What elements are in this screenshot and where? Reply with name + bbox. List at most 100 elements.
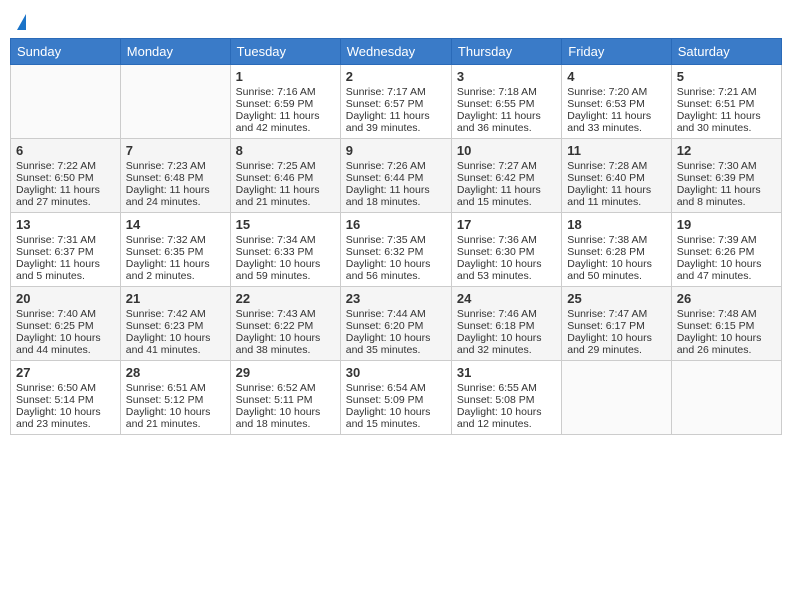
sunrise-text: Sunrise: 7:40 AM [16, 308, 115, 320]
sunset-text: Sunset: 6:23 PM [126, 320, 225, 332]
calendar-cell: 19Sunrise: 7:39 AMSunset: 6:26 PMDayligh… [671, 213, 781, 287]
daylight-text: Daylight: 10 hours and 35 minutes. [346, 332, 446, 356]
daylight-text: Daylight: 10 hours and 41 minutes. [126, 332, 225, 356]
calendar-cell: 30 Sunrise: 6:54 AMSunset: 5:09 PMDayligh… [340, 361, 451, 435]
sunrise-text: Sunrise: 7:35 AM [346, 234, 446, 246]
logo-triangle-icon [17, 14, 26, 30]
daylight-text: Daylight: 11 hours and 30 minutes. [677, 110, 776, 134]
day-number: 19 [677, 217, 776, 232]
sunrise-text: Sunrise: 6:54 AM [346, 382, 446, 394]
daylight-text: Daylight: 11 hours and 8 minutes. [677, 184, 776, 208]
calendar-cell: 16 Sunrise: 7:35 AMSunset: 6:32 PMDayligh… [340, 213, 451, 287]
sunset-text: Sunset: 5:09 PM [346, 394, 446, 406]
day-number: 4 [567, 69, 665, 84]
sunset-text: Sunset: 6:44 PM [346, 172, 446, 184]
sunrise-text: Sunrise: 7:42 AM [126, 308, 225, 320]
calendar-cell: 23Sunrise: 7:44 AMSunset: 6:20 PMDayligh… [340, 287, 451, 361]
daylight-text: Daylight: 10 hours and 18 minutes. [236, 406, 335, 430]
sunrise-text: Sunrise: 7:30 AM [677, 160, 776, 172]
daylight-text: Daylight: 10 hours and 12 minutes. [457, 406, 556, 430]
day-number: 24 [457, 291, 556, 306]
column-header-wednesday: Wednesday [340, 39, 451, 65]
sunrise-text: Sunrise: 7:32 AM [126, 234, 225, 246]
daylight-text: Daylight: 10 hours and 21 minutes. [126, 406, 225, 430]
sunrise-text: Sunrise: 6:52 AM [236, 382, 335, 394]
day-number: 25 [567, 291, 665, 306]
calendar-cell: 2Sunrise: 7:17 AMSunset: 6:57 PMDaylight… [340, 65, 451, 139]
day-number: 2 [346, 69, 446, 84]
daylight-text: Daylight: 10 hours and 59 minutes. [236, 258, 335, 282]
day-number: 12 [677, 143, 776, 158]
day-number: 17 [457, 217, 556, 232]
sunset-text: Sunset: 6:39 PM [677, 172, 776, 184]
sunset-text: Sunset: 6:48 PM [126, 172, 225, 184]
sunrise-text: Sunrise: 7:36 AM [457, 234, 556, 246]
sunset-text: Sunset: 6:26 PM [677, 246, 776, 258]
calendar-cell [11, 65, 121, 139]
sunrise-text: Sunrise: 7:21 AM [677, 86, 776, 98]
day-number: 1 [236, 69, 335, 84]
sunrise-text: Sunrise: 7:46 AM [457, 308, 556, 320]
sunset-text: Sunset: 6:37 PM [16, 246, 115, 258]
daylight-text: Daylight: 10 hours and 56 minutes. [346, 258, 446, 282]
calendar-cell: 9Sunrise: 7:26 AMSunset: 6:44 PMDaylight… [340, 139, 451, 213]
day-number: 18 [567, 217, 665, 232]
day-number: 21 [126, 291, 225, 306]
calendar-cell: 1Sunrise: 7:16 AMSunset: 6:59 PMDaylight… [230, 65, 340, 139]
calendar-cell [120, 65, 230, 139]
sunset-text: Sunset: 6:51 PM [677, 98, 776, 110]
calendar-cell: 17Sunrise: 7:36 AMSunset: 6:30 PMDayligh… [451, 213, 561, 287]
sunrise-text: Sunrise: 7:26 AM [346, 160, 446, 172]
calendar-cell: 22Sunrise: 7:43 AMSunset: 6:22 PMDayligh… [230, 287, 340, 361]
sunset-text: Sunset: 5:08 PM [457, 394, 556, 406]
sunset-text: Sunset: 6:17 PM [567, 320, 665, 332]
sunset-text: Sunset: 6:59 PM [236, 98, 335, 110]
day-number: 8 [236, 143, 335, 158]
sunrise-text: Sunrise: 7:34 AM [236, 234, 335, 246]
daylight-text: Daylight: 11 hours and 5 minutes. [16, 258, 115, 282]
daylight-text: Daylight: 11 hours and 21 minutes. [236, 184, 335, 208]
calendar-cell: 11Sunrise: 7:28 AMSunset: 6:40 PMDayligh… [562, 139, 671, 213]
day-number: 30 [346, 365, 446, 380]
sunset-text: Sunset: 6:55 PM [457, 98, 556, 110]
day-number: 7 [126, 143, 225, 158]
calendar-week-row: 6Sunrise: 7:22 AMSunset: 6:50 PMDaylight… [11, 139, 782, 213]
sunset-text: Sunset: 6:40 PM [567, 172, 665, 184]
calendar-cell: 27Sunrise: 6:50 AMSunset: 5:14 PMDayligh… [11, 361, 121, 435]
day-number: 5 [677, 69, 776, 84]
sunrise-text: Sunrise: 7:38 AM [567, 234, 665, 246]
column-header-saturday: Saturday [671, 39, 781, 65]
day-number: 13 [16, 217, 115, 232]
calendar-cell: 20Sunrise: 7:40 AMSunset: 6:25 PMDayligh… [11, 287, 121, 361]
calendar-cell: 31Sunrise: 6:55 AMSunset: 5:08 PMDayligh… [451, 361, 561, 435]
calendar-cell: 24Sunrise: 7:46 AMSunset: 6:18 PMDayligh… [451, 287, 561, 361]
sunset-text: Sunset: 6:20 PM [346, 320, 446, 332]
calendar-cell: 18Sunrise: 7:38 AMSunset: 6:28 PMDayligh… [562, 213, 671, 287]
sunset-text: Sunset: 6:42 PM [457, 172, 556, 184]
sunset-text: Sunset: 6:32 PM [346, 246, 446, 258]
daylight-text: Daylight: 10 hours and 50 minutes. [567, 258, 665, 282]
sunset-text: Sunset: 6:46 PM [236, 172, 335, 184]
day-number: 26 [677, 291, 776, 306]
sunset-text: Sunset: 6:25 PM [16, 320, 115, 332]
sunset-text: Sunset: 6:18 PM [457, 320, 556, 332]
daylight-text: Daylight: 10 hours and 15 minutes. [346, 406, 446, 430]
calendar-week-row: 1Sunrise: 7:16 AMSunset: 6:59 PMDaylight… [11, 65, 782, 139]
sunset-text: Sunset: 6:30 PM [457, 246, 556, 258]
calendar-cell: 13Sunrise: 7:31 AMSunset: 6:37 PMDayligh… [11, 213, 121, 287]
calendar-cell: 14Sunrise: 7:32 AMSunset: 6:35 PMDayligh… [120, 213, 230, 287]
daylight-text: Daylight: 11 hours and 39 minutes. [346, 110, 446, 134]
sunset-text: Sunset: 6:33 PM [236, 246, 335, 258]
daylight-text: Daylight: 11 hours and 42 minutes. [236, 110, 335, 134]
column-header-sunday: Sunday [11, 39, 121, 65]
sunset-text: Sunset: 6:15 PM [677, 320, 776, 332]
calendar-cell: 26Sunrise: 7:48 AMSunset: 6:15 PMDayligh… [671, 287, 781, 361]
day-number: 16 [346, 217, 446, 232]
calendar-cell: 8Sunrise: 7:25 AMSunset: 6:46 PMDaylight… [230, 139, 340, 213]
sunset-text: Sunset: 5:11 PM [236, 394, 335, 406]
sunrise-text: Sunrise: 6:51 AM [126, 382, 225, 394]
calendar-week-row: 20Sunrise: 7:40 AMSunset: 6:25 PMDayligh… [11, 287, 782, 361]
sunrise-text: Sunrise: 6:50 AM [16, 382, 115, 394]
sunrise-text: Sunrise: 7:20 AM [567, 86, 665, 98]
sunrise-text: Sunrise: 7:17 AM [346, 86, 446, 98]
